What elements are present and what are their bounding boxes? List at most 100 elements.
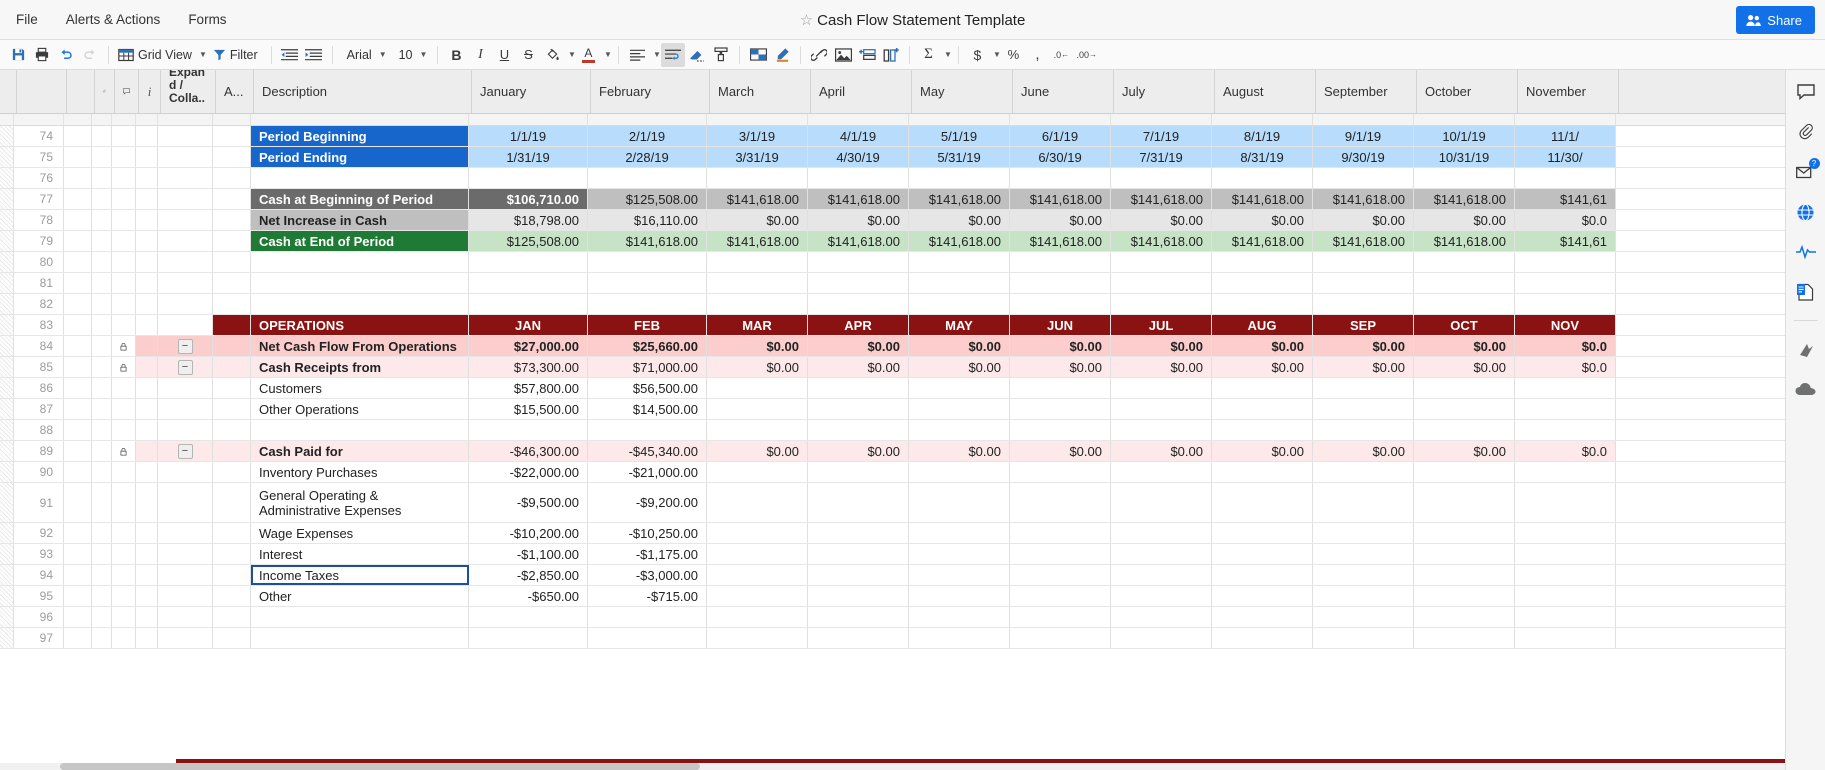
- bold-button[interactable]: B: [444, 43, 468, 67]
- font-size-select[interactable]: 10 ▼: [391, 48, 432, 62]
- row-assigned-cell[interactable]: [213, 565, 251, 585]
- row-comment-cell[interactable]: [112, 607, 136, 627]
- row-attachment-cell[interactable]: [92, 210, 112, 230]
- currency-button[interactable]: $: [965, 43, 989, 67]
- row-info-cell[interactable]: [136, 147, 158, 167]
- cell-value[interactable]: [707, 565, 808, 585]
- row-assigned-cell[interactable]: [213, 607, 251, 627]
- cell-value[interactable]: 9/1/19: [1313, 126, 1414, 146]
- cell-value[interactable]: $141,61: [1515, 189, 1616, 209]
- collapse-minus-icon[interactable]: −: [178, 444, 193, 459]
- row-assigned-cell[interactable]: [213, 441, 251, 461]
- cell-value[interactable]: $0.0: [1515, 357, 1616, 377]
- column-header-november[interactable]: November: [1518, 70, 1619, 113]
- row-blank-cell[interactable]: [64, 315, 92, 335]
- row-attachment-cell[interactable]: [92, 189, 112, 209]
- cell-description[interactable]: Period Beginning: [251, 126, 469, 146]
- cell-value[interactable]: $0.00: [1414, 210, 1515, 230]
- row-comment-cell[interactable]: [112, 252, 136, 272]
- cell-value[interactable]: [1414, 607, 1515, 627]
- cell-value[interactable]: $0.00: [1010, 441, 1111, 461]
- row-number[interactable]: 80: [14, 252, 64, 272]
- currency-chevron-icon[interactable]: ▼: [989, 43, 1001, 67]
- row-info-cell[interactable]: [136, 586, 158, 606]
- row-blank-cell[interactable]: [64, 523, 92, 543]
- cell-value[interactable]: [1010, 607, 1111, 627]
- cell-value[interactable]: $15,500.00: [469, 399, 588, 419]
- cell-value[interactable]: [1010, 523, 1111, 543]
- row-number[interactable]: 79: [14, 231, 64, 251]
- row-info-cell[interactable]: [136, 336, 158, 356]
- cell-value[interactable]: 8/31/19: [1212, 147, 1313, 167]
- filter-button[interactable]: Filter: [210, 43, 265, 67]
- cell-value[interactable]: $0.0: [1515, 441, 1616, 461]
- cell-value[interactable]: [1313, 462, 1414, 482]
- fill-color-icon[interactable]: [540, 43, 564, 67]
- cell-value[interactable]: [1212, 462, 1313, 482]
- row-expand-cell[interactable]: [158, 523, 213, 543]
- share-button[interactable]: Share: [1736, 6, 1815, 34]
- cell-value[interactable]: -$9,200.00: [588, 483, 707, 522]
- cell-value[interactable]: [1414, 565, 1515, 585]
- cell-value[interactable]: $141,618.00: [1414, 189, 1515, 209]
- table-row[interactable]: 89−Cash Paid for-$46,300.00-$45,340.00$0…: [0, 441, 1785, 462]
- strikethrough-button[interactable]: S: [516, 43, 540, 67]
- row-attachment-cell[interactable]: [92, 294, 112, 314]
- cell-description[interactable]: Customers: [251, 378, 469, 398]
- cell-value[interactable]: [707, 252, 808, 272]
- row-attachment-cell[interactable]: [92, 357, 112, 377]
- cell-value[interactable]: [469, 420, 588, 440]
- row-blank-cell[interactable]: [64, 231, 92, 251]
- cell-description[interactable]: [251, 628, 469, 648]
- cell-value[interactable]: [707, 544, 808, 564]
- cell-value[interactable]: $141,618.00: [1313, 189, 1414, 209]
- cloud-icon[interactable]: [1794, 377, 1818, 401]
- row-attachment-cell[interactable]: [92, 628, 112, 648]
- row-assigned-cell[interactable]: [213, 189, 251, 209]
- cell-value[interactable]: [808, 420, 909, 440]
- row-info-cell[interactable]: [136, 189, 158, 209]
- cell-value[interactable]: -$1,100.00: [469, 544, 588, 564]
- row-blank-cell[interactable]: [64, 126, 92, 146]
- row-expand-cell[interactable]: [158, 294, 213, 314]
- cell-value[interactable]: NOV: [1515, 315, 1616, 335]
- row-assigned-cell[interactable]: [213, 628, 251, 648]
- row-comment-cell[interactable]: [112, 210, 136, 230]
- insert-row-icon[interactable]: [855, 43, 879, 67]
- cell-value[interactable]: -$21,000.00: [588, 462, 707, 482]
- cell-value[interactable]: [909, 378, 1010, 398]
- cell-value[interactable]: 5/1/19: [909, 126, 1010, 146]
- cell-value[interactable]: [1111, 420, 1212, 440]
- cell-value[interactable]: [808, 544, 909, 564]
- format-painter-icon[interactable]: [709, 43, 733, 67]
- cell-value[interactable]: [1111, 565, 1212, 585]
- row-assigned-cell[interactable]: [213, 378, 251, 398]
- cell-value[interactable]: 8/1/19: [1212, 126, 1313, 146]
- cell-value[interactable]: [909, 168, 1010, 188]
- cell-value[interactable]: -$10,250.00: [588, 523, 707, 543]
- row-info-cell[interactable]: [136, 210, 158, 230]
- row-attachment-cell[interactable]: [92, 147, 112, 167]
- borders-icon[interactable]: [746, 43, 770, 67]
- cell-value[interactable]: [1111, 378, 1212, 398]
- cell-value[interactable]: $18,798.00: [469, 210, 588, 230]
- cell-value[interactable]: $125,508.00: [588, 189, 707, 209]
- cell-value[interactable]: [1414, 523, 1515, 543]
- cell-value[interactable]: [588, 420, 707, 440]
- table-row[interactable]: 77Cash at Beginning of Period$106,710.00…: [0, 189, 1785, 210]
- row-attachment-cell[interactable]: [92, 420, 112, 440]
- cell-value[interactable]: [1111, 483, 1212, 522]
- row-expand-cell[interactable]: [158, 586, 213, 606]
- cell-value[interactable]: $0.00: [1212, 357, 1313, 377]
- row-info-cell[interactable]: [136, 420, 158, 440]
- cell-value[interactable]: [808, 586, 909, 606]
- column-header-a[interactable]: A...: [216, 70, 254, 113]
- row-assigned-cell[interactable]: [213, 315, 251, 335]
- column-header-january[interactable]: January: [472, 70, 591, 113]
- row-blank-cell[interactable]: [64, 420, 92, 440]
- table-row[interactable]: 87Other Operations$15,500.00$14,500.00: [0, 399, 1785, 420]
- cell-value[interactable]: [707, 483, 808, 522]
- cell-value[interactable]: [909, 399, 1010, 419]
- row-number[interactable]: 75: [14, 147, 64, 167]
- cell-value[interactable]: FEB: [588, 315, 707, 335]
